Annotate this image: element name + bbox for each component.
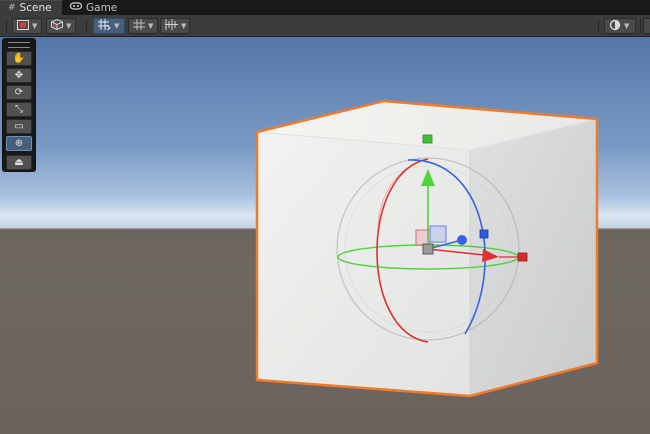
scale-x-handle[interactable] xyxy=(517,252,528,262)
cube-icon xyxy=(51,18,63,33)
shaded-mode-icon xyxy=(17,19,29,33)
grid-snap-button[interactable]: ▼ xyxy=(93,18,125,34)
plane-yz-handle[interactable] xyxy=(429,225,447,243)
gizmos-dropdown[interactable]: ▼ xyxy=(604,18,636,34)
rect-icon: ▭ xyxy=(14,121,24,132)
cube-front-face xyxy=(257,132,470,396)
uniform-scale-handle[interactable] xyxy=(422,243,434,255)
rotate-icon: ⟳ xyxy=(14,87,24,98)
scene-viewport[interactable] xyxy=(0,37,650,434)
scene-toolbar: ▼ ▼ ▼ ▼ ▼ ▼ ⋮ xyxy=(0,15,650,37)
circle-icon xyxy=(609,19,621,34)
custom-tool-button[interactable]: ⏏ xyxy=(6,155,32,170)
increment-snap-icon xyxy=(165,19,178,33)
chevron-down-icon: ▼ xyxy=(32,22,38,30)
gamepad-icon xyxy=(69,2,83,13)
transform-tool-button[interactable]: ⊕ xyxy=(6,136,32,151)
grid-visibility-dropdown[interactable]: ▼ xyxy=(128,18,158,34)
scale-icon: ⤡ xyxy=(15,104,23,115)
chevron-down-icon: ▼ xyxy=(624,22,630,30)
rect-tool-button[interactable]: ▭ xyxy=(6,119,32,134)
tab-scene[interactable]: # Scene xyxy=(0,0,62,15)
rotate-tool-button[interactable]: ⟳ xyxy=(6,85,32,100)
tab-game[interactable]: Game xyxy=(62,0,122,15)
move-tool-button[interactable]: ✥ xyxy=(6,68,32,83)
chevron-down-icon: ▼ xyxy=(148,22,154,30)
more-options-button[interactable]: ⋮ xyxy=(643,18,650,34)
hand-icon: ✋ xyxy=(12,53,26,64)
toolbar-separator xyxy=(86,19,87,33)
hash-icon: # xyxy=(8,3,16,13)
toolbar-separator xyxy=(640,19,641,33)
toolbar-separator xyxy=(598,19,599,33)
chevron-down-icon: ▼ xyxy=(114,22,120,30)
tab-game-label: Game xyxy=(86,1,118,14)
scale-y-handle[interactable] xyxy=(422,134,433,144)
scale-z-handle[interactable] xyxy=(479,229,489,239)
chevron-down-icon: ▼ xyxy=(181,22,187,30)
palette-drag-handle[interactable] xyxy=(8,42,30,48)
grid-snap-icon xyxy=(98,19,111,33)
increment-snap-dropdown[interactable]: ▼ xyxy=(160,18,190,34)
chevron-down-icon: ▼ xyxy=(66,22,72,30)
scene-render xyxy=(255,99,599,398)
editor-tab-strip: # Scene Game xyxy=(0,0,650,15)
grid-icon xyxy=(133,19,145,33)
toolbar-separator xyxy=(6,19,7,33)
tab-scene-label: Scene xyxy=(19,2,52,14)
view-tool-button[interactable]: ✋ xyxy=(6,51,32,66)
custom-tool-icon: ⏏ xyxy=(14,157,24,168)
more-icon: ⋮ xyxy=(646,21,650,31)
transform-icon: ⊕ xyxy=(14,138,24,149)
move-z-handle[interactable] xyxy=(457,235,467,245)
move-icon: ✥ xyxy=(14,70,24,81)
render-mode-dropdown[interactable]: ▼ xyxy=(46,18,76,34)
scale-tool-button[interactable]: ⤡ xyxy=(6,102,32,117)
draw-mode-dropdown[interactable]: ▼ xyxy=(12,18,42,34)
plane-xy-handle[interactable] xyxy=(415,229,431,246)
tool-palette: ✋ ✥ ⟳ ⤡ ▭ ⊕ ⏏ xyxy=(2,38,36,172)
